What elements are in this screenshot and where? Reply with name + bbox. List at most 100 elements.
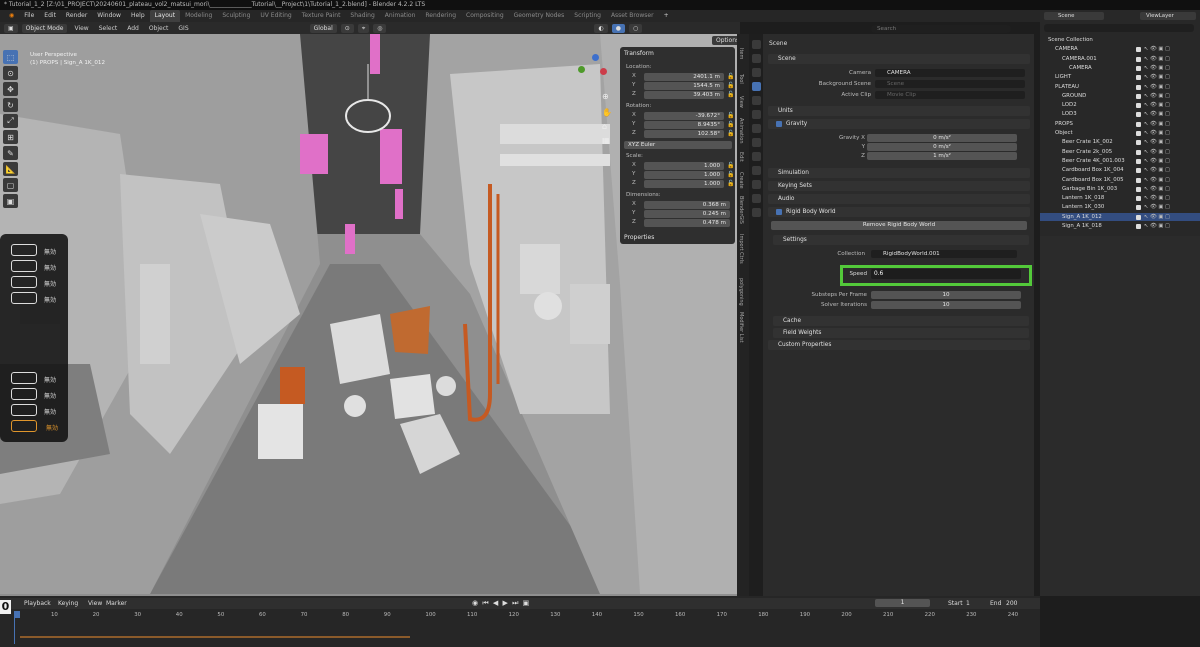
properties-subpanel[interactable]: Properties	[624, 234, 654, 241]
transform-header[interactable]: Transform	[624, 50, 654, 57]
location-y-field[interactable]: 1544.5 m	[644, 82, 724, 90]
tab-tool[interactable]: Tool	[738, 74, 744, 84]
playhead[interactable]	[14, 611, 20, 618]
settings-section[interactable]: Settings	[773, 235, 1029, 245]
exclude-checkbox[interactable]	[1136, 205, 1141, 211]
menu-edit[interactable]: Edit	[39, 10, 61, 22]
lock-icon[interactable]: 🔓	[727, 162, 734, 169]
exclude-checkbox[interactable]	[1136, 84, 1141, 90]
tab-item[interactable]: Item	[738, 48, 744, 59]
transform-orientation[interactable]: Global	[309, 23, 337, 33]
navigation-gizmo[interactable]	[578, 54, 612, 88]
exclude-checkbox[interactable]	[1136, 65, 1141, 71]
gizmo-z-icon[interactable]	[592, 54, 599, 61]
units-section[interactable]: Units	[768, 106, 1030, 116]
proportional-icon[interactable]: ◎	[373, 23, 387, 33]
shading-material-icon[interactable]: ○	[628, 23, 643, 33]
menu-view[interactable]: View	[71, 25, 91, 32]
collection-props-icon[interactable]	[752, 110, 761, 119]
overlay-icon[interactable]: ◐	[594, 23, 608, 33]
modifier-props-icon[interactable]	[752, 138, 761, 147]
exclude-checkbox[interactable]	[1136, 177, 1141, 183]
tab-layout[interactable]: Layout	[149, 10, 181, 22]
visibility-icons[interactable]: ↖👁▣▢	[1144, 203, 1172, 212]
tab-texture-paint[interactable]: Texture Paint	[297, 10, 346, 22]
menu-select[interactable]: Select	[96, 25, 121, 32]
constraint-props-icon[interactable]	[752, 180, 761, 189]
outliner-item[interactable]: Cardboard Box 1K_004 ↖👁▣▢	[1040, 166, 1200, 175]
rotation-mode-select[interactable]: XYZ Euler	[624, 141, 732, 149]
snap-icon[interactable]: ⌖	[357, 23, 370, 33]
menu-help[interactable]: Help	[126, 10, 150, 22]
outliner-item[interactable]: GROUND ↖👁▣▢	[1040, 92, 1200, 101]
exclude-checkbox[interactable]	[1136, 186, 1141, 192]
select-box-icon[interactable]: ⬚	[3, 50, 18, 64]
lock-icon[interactable]: 🔓	[727, 130, 734, 137]
lock-icon[interactable]: 🔓	[727, 82, 734, 89]
add-cube-icon[interactable]: ▢	[3, 178, 18, 192]
viewlayer-selector[interactable]: ViewLayer	[1140, 12, 1196, 20]
move-icon[interactable]: ✥	[3, 82, 18, 96]
add-workspace-icon[interactable]: +	[659, 10, 674, 22]
location-z-field[interactable]: 39.403 m	[644, 91, 724, 99]
outliner-item[interactable]: PLATEAU ↖👁▣▢	[1040, 83, 1200, 92]
rigid-body-world-section[interactable]: Rigid Body World	[768, 207, 1030, 217]
tab-rendering[interactable]: Rendering	[420, 10, 461, 22]
visibility-icons[interactable]: ↖👁▣▢	[1144, 166, 1172, 175]
lock-icon[interactable]: 🔓	[727, 180, 734, 187]
outliner-item[interactable]: LIGHT ↖👁▣▢	[1040, 73, 1200, 82]
data-props-icon[interactable]	[752, 194, 761, 203]
keying-sets-section[interactable]: Keying Sets	[768, 181, 1030, 191]
exclude-checkbox[interactable]	[1136, 47, 1141, 53]
visibility-icons[interactable]: ↖👁▣▢	[1144, 73, 1172, 82]
menu-view-timeline[interactable]: View	[88, 600, 102, 607]
tab-modifier-list[interactable]: Modifier List	[738, 312, 744, 343]
dimension-z-field[interactable]: 0.478 m	[644, 219, 730, 227]
visibility-icons[interactable]: ↖👁▣▢	[1144, 110, 1172, 119]
menu-marker[interactable]: Marker	[106, 600, 127, 607]
scale-icon[interactable]: ⤢	[3, 114, 18, 128]
particle-props-icon[interactable]	[752, 152, 761, 161]
tab-view[interactable]: View	[738, 96, 744, 108]
tab-edit[interactable]: Edit	[738, 152, 744, 162]
mode-selector[interactable]: Object Mode	[21, 23, 68, 33]
start-frame-field[interactable]: 1	[966, 600, 970, 607]
transform-icon[interactable]: ⊞	[3, 130, 18, 144]
tab-compositing[interactable]: Compositing	[461, 10, 509, 22]
exclude-checkbox[interactable]	[1136, 168, 1141, 174]
physics-props-icon[interactable]	[752, 166, 761, 175]
outliner-item[interactable]: CAMERA ↖👁▣▢	[1040, 64, 1200, 73]
exclude-checkbox[interactable]	[1136, 196, 1141, 202]
camera-view-icon[interactable]: ⌂	[602, 122, 607, 131]
blender-logo-icon[interactable]: ◉	[4, 10, 19, 22]
active-clip-field[interactable]: Movie Clip	[875, 91, 1025, 99]
menu-add[interactable]: Add	[124, 25, 142, 32]
options-button[interactable]: Options	[712, 36, 740, 45]
visibility-icons[interactable]: ↖👁▣▢	[1144, 120, 1172, 129]
output-props-icon[interactable]	[752, 68, 761, 77]
menu-window[interactable]: Window	[92, 10, 126, 22]
visibility-icons[interactable]: ↖👁▣▢	[1144, 129, 1172, 138]
rotation-y-field[interactable]: 8.9435°	[644, 121, 724, 129]
editor-type-icon[interactable]: ▣	[4, 23, 18, 33]
tab-blendergis[interactable]: BlenderGIS	[738, 196, 744, 224]
visibility-icons[interactable]: ↖👁▣▢	[1144, 222, 1172, 231]
playback-controls-icon[interactable]: ◉ ⏮ ◀ ▶ ⏭ ▣	[472, 599, 530, 608]
current-frame-field[interactable]: 1	[875, 599, 930, 607]
scene-section[interactable]: Scene	[768, 54, 1030, 64]
outliner-item[interactable]: Cardboard Box 1K_005 ↖👁▣▢	[1040, 176, 1200, 185]
outliner-item[interactable]: Beer Crate 2k_005 ↖👁▣▢	[1040, 148, 1200, 157]
pan-hand-icon[interactable]: ✋	[602, 108, 612, 117]
tab-modeling[interactable]: Modeling	[180, 10, 217, 22]
menu-keying[interactable]: Keying	[58, 600, 78, 607]
cache-section[interactable]: Cache	[773, 316, 1029, 326]
lock-icon[interactable]: 🔓	[727, 121, 734, 128]
visibility-icons[interactable]: ↖👁▣▢	[1144, 64, 1172, 73]
outliner-item[interactable]: Lantern 1K_030 ↖👁▣▢	[1040, 203, 1200, 212]
zoom-icon[interactable]: ⊕	[602, 92, 609, 101]
outliner-item[interactable]: Beer Crate 1K_002 ↖👁▣▢	[1040, 138, 1200, 147]
menu-gis[interactable]: GIS	[175, 25, 191, 32]
tab-polygoning[interactable]: polygoning	[738, 278, 744, 306]
outliner-item[interactable]: CAMERA ↖👁▣▢	[1040, 45, 1200, 54]
grid-icon[interactable]: ▦	[602, 136, 610, 145]
